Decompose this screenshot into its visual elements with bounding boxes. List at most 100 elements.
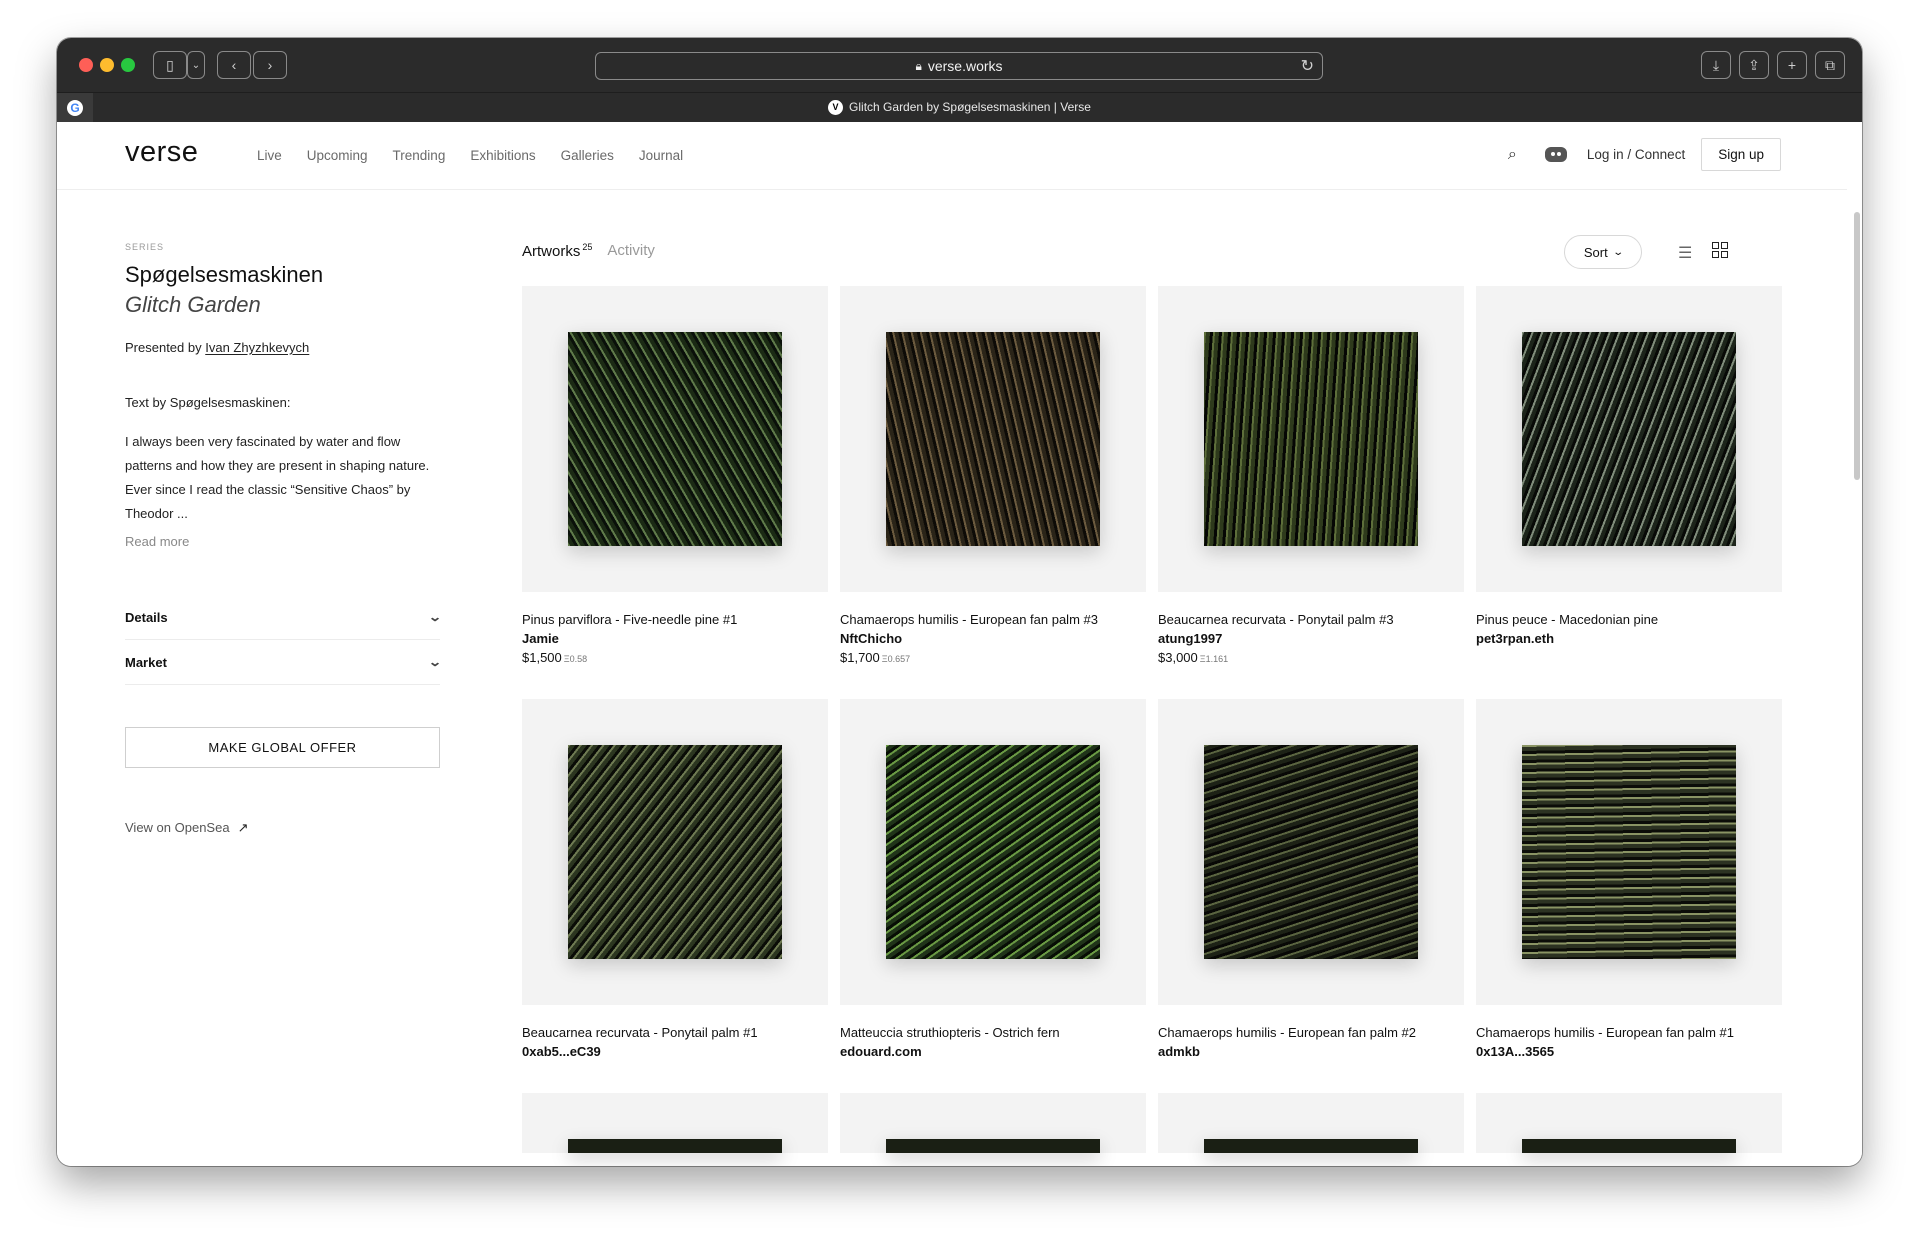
artwork-thumbnail[interactable]: [1476, 286, 1782, 592]
presented-by: Presented by Ivan Zhyzhkevych: [125, 340, 440, 355]
series-subtitle: Glitch Garden: [125, 292, 261, 317]
artwork-thumbnail[interactable]: [522, 699, 828, 1005]
artwork-owner[interactable]: admkb: [1158, 1044, 1464, 1059]
chevron-down-icon[interactable]: ⌄: [187, 51, 205, 79]
artwork-title[interactable]: Beaucarnea recurvata - Ponytail palm #3: [1158, 612, 1464, 627]
artwork-thumbnail[interactable]: [840, 286, 1146, 592]
close-window-button[interactable]: [79, 58, 93, 72]
page: verse Live Upcoming Trending Exhibitions…: [57, 122, 1862, 1166]
opensea-link[interactable]: View on OpenSea ↗: [125, 820, 440, 836]
artwork-thumbnail[interactable]: [1158, 1093, 1464, 1153]
artwork-title[interactable]: Chamaerops humilis - European fan palm #…: [840, 612, 1146, 627]
price-eth: Ξ1.161: [1199, 654, 1229, 664]
search-icon[interactable]: ⌕: [1508, 146, 1517, 164]
forward-button[interactable]: ›: [253, 51, 287, 79]
read-more-link[interactable]: Read more: [125, 534, 440, 549]
market-accordion[interactable]: Market ⌄: [125, 640, 442, 684]
artwork-owner[interactable]: NftChicho: [840, 631, 1146, 646]
artwork-owner[interactable]: Jamie: [522, 631, 828, 646]
artwork-card[interactable]: Chamaerops humilis - European fan palm #…: [1158, 699, 1464, 1059]
nav-upcoming[interactable]: Upcoming: [307, 148, 368, 163]
artwork-owner[interactable]: pet3rpan.eth: [1476, 631, 1782, 646]
artwork-card[interactable]: Chamaerops humilis - European fan palm #…: [1476, 699, 1782, 1059]
main-nav: Live Upcoming Trending Exhibitions Galle…: [257, 148, 708, 163]
presented-prefix: Presented by: [125, 340, 202, 355]
price-usd: $3,000: [1158, 650, 1198, 665]
discord-icon[interactable]: [1544, 147, 1567, 162]
reload-icon[interactable]: ↻: [1301, 56, 1314, 76]
artwork-card[interactable]: Chamaerops humilis - European fan palm #…: [840, 286, 1146, 665]
tab-artworks-label: Artworks: [522, 243, 581, 260]
tab-overview-icon[interactable]: ⧉: [1815, 51, 1845, 79]
artwork-thumbnail[interactable]: [522, 1093, 828, 1153]
artwork-title[interactable]: Chamaerops humilis - European fan palm #…: [1158, 1025, 1464, 1040]
artwork-title[interactable]: Chamaerops humilis - European fan palm #…: [1476, 1025, 1782, 1040]
list-view-icon[interactable]: ☰: [1678, 243, 1692, 263]
artwork-owner[interactable]: atung1997: [1158, 631, 1464, 646]
sort-label: Sort: [1583, 244, 1608, 260]
nav-galleries[interactable]: Galleries: [561, 148, 614, 163]
new-tab-icon[interactable]: +: [1777, 51, 1807, 79]
signup-button[interactable]: Sign up: [1701, 138, 1781, 171]
artwork-thumbnail[interactable]: [840, 699, 1146, 1005]
share-icon[interactable]: ⇪: [1739, 51, 1769, 79]
details-accordion[interactable]: Details ⌄: [125, 595, 443, 640]
back-button[interactable]: ‹: [217, 51, 251, 79]
sort-dropdown[interactable]: Sort ⌄: [1564, 235, 1642, 269]
active-tab[interactable]: V Glitch Garden by Spøgelsesmaskinen | Ve…: [57, 100, 1862, 116]
artwork-card[interactable]: [522, 1093, 828, 1153]
artwork-card[interactable]: [840, 1093, 1146, 1153]
price-usd: $1,700: [840, 650, 880, 665]
artwork-image: [886, 1139, 1100, 1153]
artwork-thumbnail[interactable]: [840, 1093, 1146, 1153]
chevron-down-icon: ⌄: [427, 610, 443, 624]
artwork-thumbnail[interactable]: [1476, 1093, 1782, 1153]
make-global-offer-button[interactable]: MAKE GLOBAL OFFER: [125, 727, 440, 768]
artwork-card[interactable]: Pinus parviflora - Five-needle pine #1 J…: [522, 286, 828, 665]
address-bar[interactable]: 🔒︎ verse.works ↻: [595, 52, 1323, 80]
artwork-price: $3,000 Ξ1.161: [1158, 650, 1464, 665]
artwork-title[interactable]: Matteuccia struthiopteris - Ostrich fern: [840, 1025, 1146, 1040]
artwork-card[interactable]: Beaucarnea recurvata - Ponytail palm #3 …: [1158, 286, 1464, 665]
nav-live[interactable]: Live: [257, 148, 282, 163]
artwork-title[interactable]: Beaucarnea recurvata - Ponytail palm #1: [522, 1025, 828, 1040]
artwork-thumbnail[interactable]: [1158, 699, 1464, 1005]
download-icon[interactable]: ⤓: [1701, 51, 1731, 79]
lock-icon: 🔒︎: [915, 58, 922, 73]
tab-activity[interactable]: Activity: [607, 242, 655, 259]
artwork-image: [568, 1139, 782, 1153]
artwork-card[interactable]: [1158, 1093, 1464, 1153]
artwork-title[interactable]: Pinus parviflora - Five-needle pine #1: [522, 612, 828, 627]
artwork-card[interactable]: Matteuccia struthiopteris - Ostrich fern…: [840, 699, 1146, 1059]
details-label: Details: [125, 609, 168, 625]
opensea-label: View on OpenSea: [125, 820, 230, 835]
site-logo[interactable]: verse: [125, 136, 198, 169]
nav-journal[interactable]: Journal: [639, 148, 683, 163]
artwork-card[interactable]: Beaucarnea recurvata - Ponytail palm #1 …: [522, 699, 828, 1059]
artwork-owner[interactable]: edouard.com: [840, 1044, 1146, 1059]
grid-view-icon[interactable]: [1712, 242, 1728, 258]
sidebar-toggle-icon[interactable]: ▯: [153, 51, 187, 79]
artwork-thumbnail[interactable]: [1476, 699, 1782, 1005]
minimize-window-button[interactable]: [100, 58, 114, 72]
tab-bar: G V Glitch Garden by Spøgelsesmaskinen | …: [57, 92, 1862, 123]
nav-exhibitions[interactable]: Exhibitions: [470, 148, 535, 163]
nav-trending[interactable]: Trending: [393, 148, 446, 163]
artwork-image: [886, 332, 1100, 546]
artwork-grid: Pinus parviflora - Five-needle pine #1 J…: [522, 286, 1782, 1153]
artwork-title[interactable]: Pinus peuce - Macedonian pine: [1476, 612, 1782, 627]
artwork-owner[interactable]: 0xab5...eC39: [522, 1044, 828, 1059]
artwork-image: [1522, 1139, 1736, 1153]
maximize-window-button[interactable]: [121, 58, 135, 72]
artwork-thumbnail[interactable]: [1158, 286, 1464, 592]
artwork-card[interactable]: [1476, 1093, 1782, 1153]
scrollbar[interactable]: [1854, 212, 1860, 480]
artwork-thumbnail[interactable]: [522, 286, 828, 592]
presenter-link[interactable]: Ivan Zhyzhkevych: [205, 340, 309, 355]
artworks-count: 25: [582, 242, 593, 252]
header-actions: ⌕ Log in / Connect Sign up: [1508, 138, 1781, 171]
artwork-card[interactable]: Pinus peuce - Macedonian pine pet3rpan.e…: [1476, 286, 1782, 665]
artwork-owner[interactable]: 0x13A...3565: [1476, 1044, 1782, 1059]
tab-artworks[interactable]: Artworks 25: [522, 242, 592, 260]
login-link[interactable]: Log in / Connect: [1587, 147, 1685, 162]
